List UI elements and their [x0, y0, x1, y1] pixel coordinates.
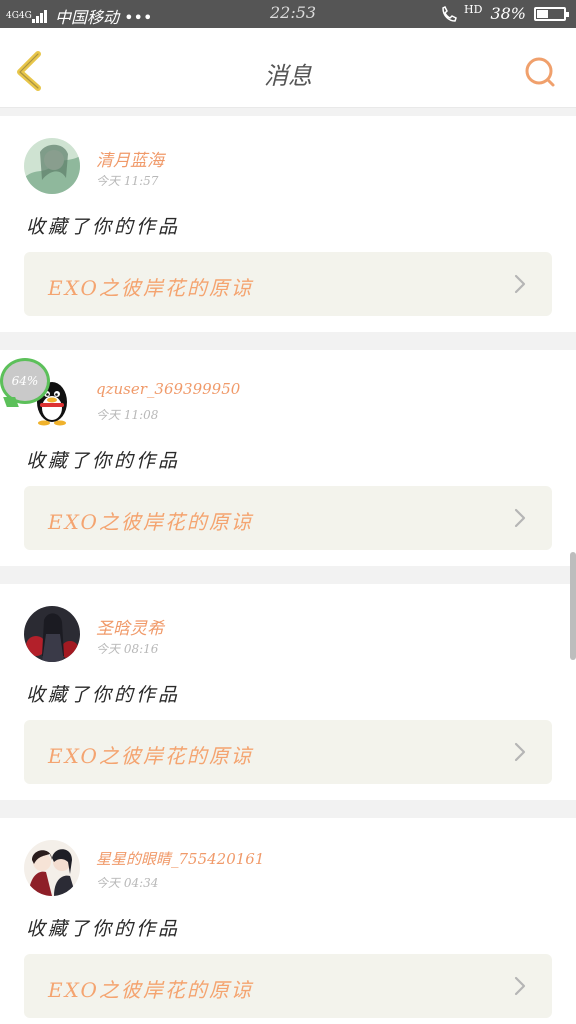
page-title: 消息	[264, 62, 312, 90]
message-card: 清月蓝海 今天 11:57 收藏了你的作品 EXO之彼岸花的原谅	[0, 116, 576, 332]
work-title: EXO之彼岸花的原谅	[48, 276, 253, 300]
status-left: 4G4G 中国移动 •••	[6, 4, 152, 28]
carrier-label: 中国移动 •••	[55, 8, 153, 27]
action-text: 收藏了你的作品	[26, 918, 181, 940]
action-text: 收藏了你的作品	[26, 450, 181, 472]
chevron-right-icon	[514, 976, 526, 996]
scrollbar[interactable]	[570, 552, 576, 660]
username[interactable]: 星星的眼睛_755420161	[96, 848, 264, 869]
battery-percent: 38%	[490, 4, 526, 23]
message-card: 64% qzuser_369399950 今天 11:08 收藏了你的作品 EX…	[0, 350, 576, 566]
work-link[interactable]: EXO之彼岸花的原谅	[24, 486, 552, 550]
message-time: 今天 04:34	[96, 876, 159, 890]
username[interactable]: 清月蓝海	[96, 146, 164, 171]
chevron-right-icon	[514, 742, 526, 762]
anime-green-avatar	[24, 138, 80, 194]
message-card: 星星的眼睛_755420161 今天 04:34 收藏了你的作品 EXO之彼岸花…	[0, 818, 576, 1024]
chevron-right-icon	[514, 508, 526, 528]
search-icon	[525, 57, 555, 87]
clock: 22:53	[270, 3, 317, 22]
work-title: EXO之彼岸花的原谅	[48, 744, 253, 768]
message-time: 今天 11:57	[96, 174, 159, 188]
chevron-right-icon	[514, 274, 526, 294]
username[interactable]: 圣晗灵希	[96, 614, 164, 639]
work-link[interactable]: EXO之彼岸花的原谅	[24, 720, 552, 784]
message-card: 圣晗灵希 今天 08:16 收藏了你的作品 EXO之彼岸花的原谅	[0, 584, 576, 800]
dark-red-avatar	[24, 606, 80, 662]
network-type: 4G4G	[6, 10, 32, 21]
action-text: 收藏了你的作品	[26, 684, 181, 706]
hd-label: HD	[464, 3, 483, 16]
user-avatar[interactable]	[24, 138, 80, 194]
message-time: 今天 08:16	[96, 642, 159, 656]
status-bar: 4G4G 中国移动 ••• 22:53 HD 38%	[0, 0, 576, 28]
anime-couple-avatar	[24, 840, 80, 896]
battery-fill	[537, 9, 548, 18]
status-right: HD 38%	[440, 3, 569, 23]
work-title: EXO之彼岸花的原谅	[48, 978, 253, 1002]
work-link[interactable]: EXO之彼岸花的原谅	[24, 252, 552, 316]
message-time: 今天 11:08	[96, 408, 159, 422]
progress-badge-label: 64%	[11, 374, 39, 388]
username[interactable]: qzuser_369399950	[96, 380, 240, 398]
work-title: EXO之彼岸花的原谅	[48, 510, 253, 534]
app-header: 消息	[0, 28, 576, 108]
user-avatar[interactable]	[24, 840, 80, 896]
battery-icon	[534, 6, 569, 21]
work-link[interactable]: EXO之彼岸花的原谅	[24, 954, 552, 1018]
search-button[interactable]	[522, 54, 558, 90]
user-avatar[interactable]	[24, 606, 80, 662]
signal-icon	[32, 9, 47, 23]
progress-badge[interactable]: 64%	[0, 358, 50, 404]
action-text: 收藏了你的作品	[26, 216, 181, 238]
